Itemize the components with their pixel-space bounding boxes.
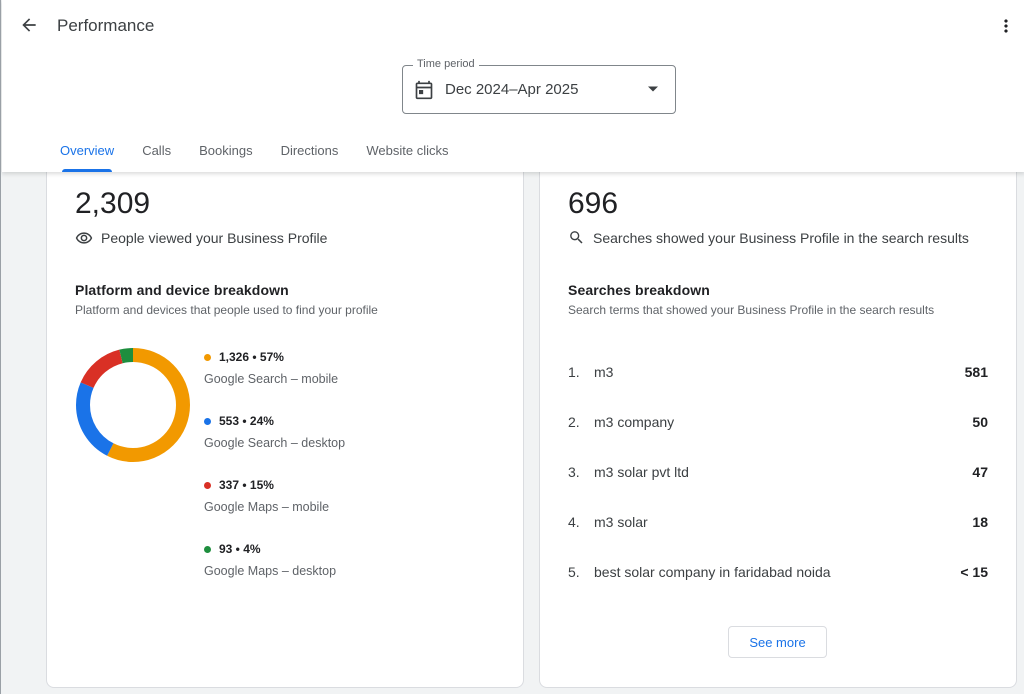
legend-dot <box>204 481 211 489</box>
profile-views-caption: People viewed your Business Profile <box>101 230 328 246</box>
legend-item-maps-mobile: 337 • 15% Google Maps – mobile <box>204 478 329 514</box>
search-term-row: 4. m3 solar 18 <box>568 514 988 534</box>
legend-stat: 337 • 15% <box>219 478 274 492</box>
search-rank: 5. <box>568 564 580 580</box>
platform-breakdown-title: Platform and device breakdown <box>75 282 289 298</box>
search-count: 50 <box>972 414 988 430</box>
search-term: m3 <box>594 364 614 380</box>
profile-views-number: 2,309 <box>75 187 151 220</box>
legend-item-maps-desktop: 93 • 4% Google Maps – desktop <box>204 542 336 578</box>
search-term: m3 company <box>594 414 675 430</box>
page-header: Performance Time period Dec 2024–Apr 202… <box>2 0 1024 172</box>
tab-overview[interactable]: Overview <box>46 130 128 172</box>
search-count: 47 <box>972 464 988 480</box>
search-rank: 3. <box>568 464 580 480</box>
platform-donut-chart <box>76 348 190 462</box>
search-term-row: 5. best solar company in faridabad noida… <box>568 564 988 584</box>
legend-label: Google Search – mobile <box>204 372 339 386</box>
tab-bookings[interactable]: Bookings <box>185 130 266 172</box>
legend-label: Google Maps – mobile <box>204 500 330 514</box>
searches-number: 696 <box>568 187 619 220</box>
eye-icon <box>75 232 93 244</box>
search-count: 18 <box>972 514 988 530</box>
search-term: best solar company in faridabad noida <box>594 564 831 580</box>
search-term: m3 solar <box>594 514 648 530</box>
see-more-button[interactable]: See more <box>728 626 827 658</box>
search-rank: 2. <box>568 414 580 430</box>
legend-dot <box>204 417 211 425</box>
app-window: 2,309 People viewed your Business Profil… <box>0 0 1024 694</box>
search-count: < 15 <box>960 564 988 580</box>
legend-dot <box>204 353 211 361</box>
legend-label: Google Maps – desktop <box>204 564 337 578</box>
search-term-row: 1. m3 581 <box>568 364 988 384</box>
searches-breakdown-subtitle: Search terms that showed your Business P… <box>568 303 935 317</box>
tab-directions[interactable]: Directions <box>267 130 353 172</box>
legend-stat: 1,326 • 57% <box>219 350 284 364</box>
tab-calls[interactable]: Calls <box>128 130 185 172</box>
platform-breakdown-subtitle: Platform and devices that people used to… <box>75 303 378 317</box>
legend-item-search-desktop: 553 • 24% Google Search – desktop <box>204 414 345 450</box>
time-period-select[interactable]: Time period Dec 2024–Apr 2025 <box>402 58 676 114</box>
more-options-button[interactable] <box>992 12 1020 40</box>
legend-stat: 553 • 24% <box>219 414 274 428</box>
legend-label: Google Search – desktop <box>204 436 346 450</box>
page-title: Performance <box>57 16 155 35</box>
legend-dot <box>204 545 211 553</box>
back-button[interactable] <box>14 10 44 40</box>
searches-card: 696 Searches showed your Business Profil… <box>539 150 1017 688</box>
legend-item-search-mobile: 1,326 • 57% Google Search – mobile <box>204 350 338 386</box>
time-period-value: Dec 2024–Apr 2025 <box>445 81 579 98</box>
performance-tabs: Overview Calls Bookings Directions Websi… <box>46 130 463 172</box>
search-rank: 4. <box>568 514 580 530</box>
tab-website-clicks[interactable]: Website clicks <box>352 130 462 172</box>
profile-views-card: 2,309 People viewed your Business Profil… <box>46 150 524 688</box>
search-rank: 1. <box>568 364 580 380</box>
searches-breakdown-title: Searches breakdown <box>568 282 710 298</box>
searches-caption-row: Searches showed your Business Profile in… <box>568 229 969 246</box>
search-term-row: 2. m3 company 50 <box>568 414 988 434</box>
search-icon <box>570 231 583 244</box>
searches-caption: Searches showed your Business Profile in… <box>593 229 969 246</box>
calendar-icon <box>415 80 433 100</box>
profile-views-caption-row: People viewed your Business Profile <box>75 229 327 247</box>
search-term: m3 solar pvt ltd <box>594 464 689 480</box>
legend-stat: 93 • 4% <box>219 542 261 556</box>
search-term-row: 3. m3 solar pvt ltd 47 <box>568 464 988 484</box>
dropdown-arrow-icon <box>648 86 658 92</box>
more-vert-icon <box>1004 19 1008 33</box>
time-period-label: Time period <box>413 58 479 70</box>
arrow-back-icon <box>22 18 36 32</box>
search-count: 581 <box>964 364 988 380</box>
